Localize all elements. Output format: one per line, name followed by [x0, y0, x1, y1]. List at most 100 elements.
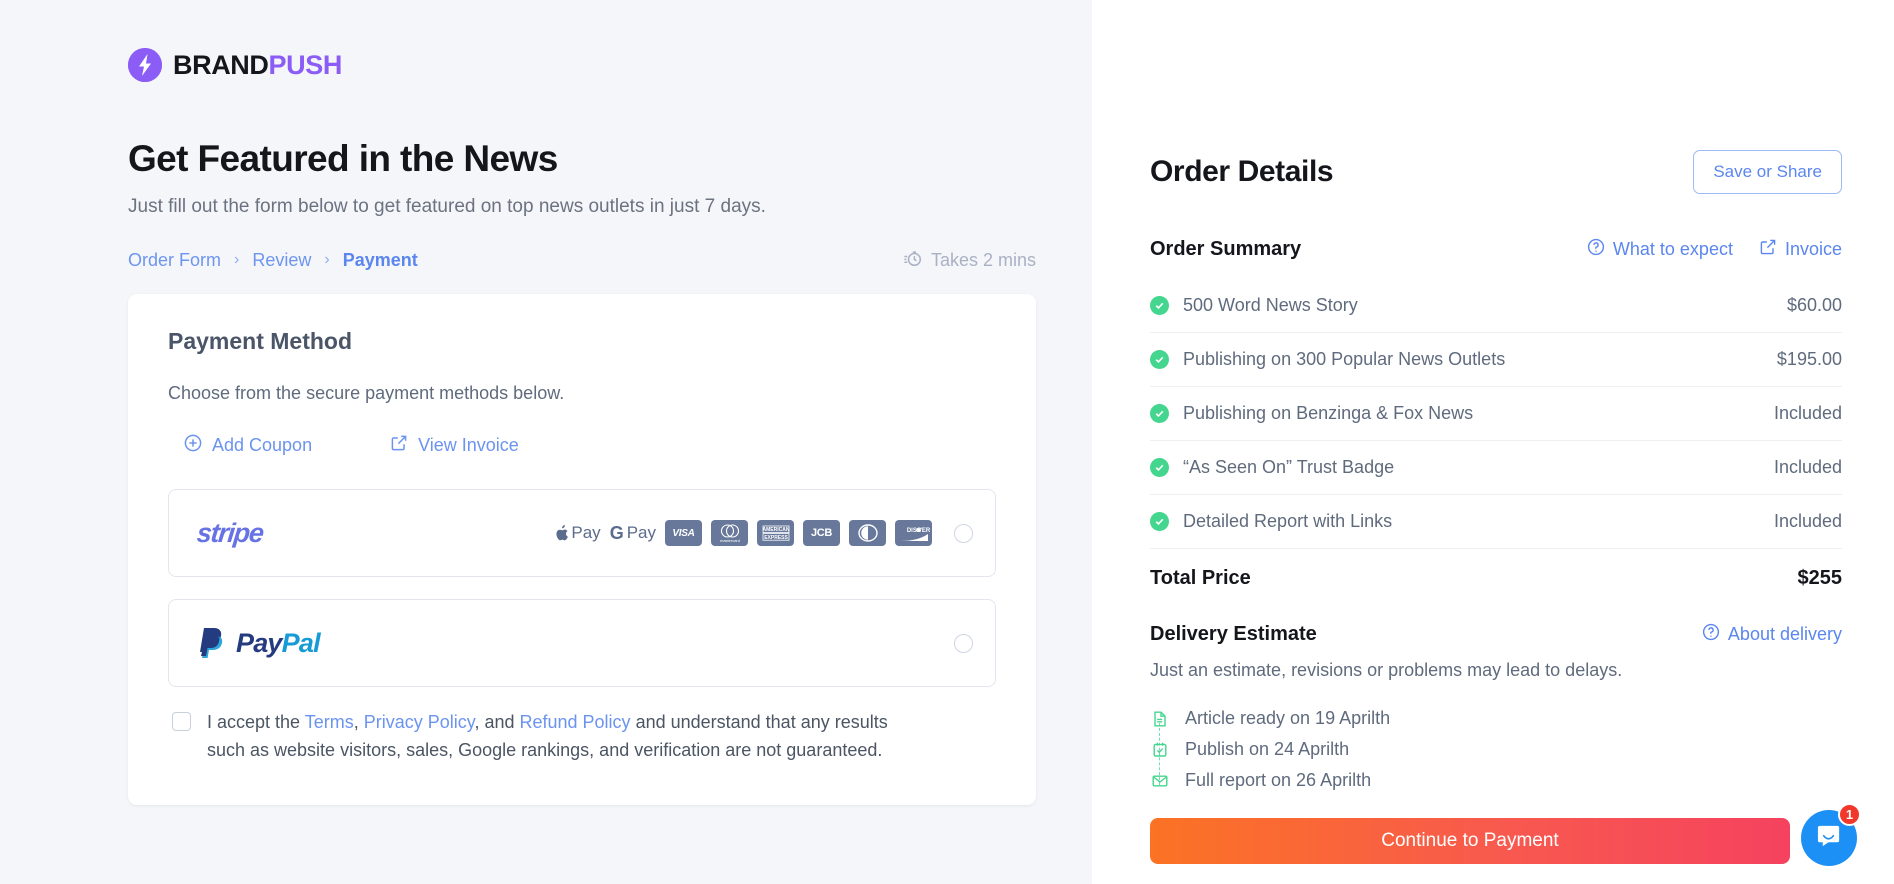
delivery-estimate-title: Delivery Estimate	[1150, 623, 1317, 645]
checkout-page: BRANDPUSH Get Featured in the News Just …	[0, 0, 1894, 884]
view-invoice-button[interactable]: View Invoice	[390, 434, 519, 457]
order-item-label: 500 Word News Story	[1183, 295, 1358, 315]
brand-name-accent: PUSH	[268, 49, 343, 80]
svg-text:mastercard: mastercard	[719, 538, 739, 543]
table-row: Detailed Report with Links Included	[1150, 495, 1842, 549]
save-or-share-button[interactable]: Save or Share	[1693, 150, 1842, 194]
brand-name-dark: BRAND	[173, 49, 269, 80]
payment-method-title: Payment Method	[168, 328, 353, 354]
calendar-check-icon	[1150, 740, 1169, 759]
american-express-card-icon: AMERICAN EXPRESS	[757, 520, 794, 546]
payment-method-paypal[interactable]: PayPal	[168, 599, 996, 687]
paypal-word-pay: Pay	[236, 627, 282, 658]
breadcrumb-item-payment[interactable]: Payment	[343, 250, 418, 271]
list-item: Article ready on 19 Aprilth	[1150, 703, 1842, 734]
takes-time-indicator: Takes 2 mins	[903, 248, 1036, 272]
add-coupon-label: Add Coupon	[212, 435, 313, 455]
order-item-value: $60.00	[1786, 295, 1842, 315]
paypal-logo: PayPal	[197, 626, 321, 660]
lightning-bolt-icon	[128, 48, 162, 82]
continue-to-payment-button[interactable]: Continue to Payment	[1150, 818, 1790, 864]
terms-acceptance: I accept the Terms, Privacy Policy, and …	[168, 709, 996, 765]
table-row: Publishing on 300 Popular News Outlets $…	[1150, 333, 1842, 387]
external-link-icon	[390, 434, 408, 457]
paypal-mark-icon	[200, 628, 223, 658]
jcb-card-icon: JCB	[803, 520, 840, 546]
table-row: Publishing on Benzinga & Fox News Includ…	[1150, 387, 1842, 441]
paypal-wordmark: PayPal	[236, 627, 321, 659]
about-delivery-label: About delivery	[1727, 624, 1842, 644]
check-circle-icon	[1150, 458, 1169, 477]
stripe-radio-button[interactable]	[954, 523, 973, 543]
invoice-link[interactable]: Invoice	[1759, 238, 1842, 261]
terms-mid-1: ,	[353, 712, 364, 732]
order-summary-title: Order Summary	[1150, 238, 1302, 260]
order-item-value: Included	[1773, 457, 1842, 477]
svg-text:AMERICAN: AMERICAN	[762, 527, 789, 533]
refund-policy-link[interactable]: Refund Policy	[520, 712, 631, 732]
total-price-label: Total Price	[1150, 566, 1251, 589]
add-coupon-button[interactable]: Add Coupon	[184, 434, 312, 457]
payment-actions: Add Coupon View Invoice	[168, 434, 996, 457]
about-delivery-link[interactable]: About delivery	[1702, 623, 1842, 646]
question-circle-icon	[1702, 623, 1720, 646]
total-price-row: Total Price $255	[1150, 549, 1842, 607]
order-item-label: Publishing on Benzinga & Fox News	[1183, 403, 1474, 423]
order-details-title: Order Details	[1150, 155, 1334, 188]
svg-text:VER: VER	[917, 528, 930, 534]
envelope-icon	[1150, 771, 1169, 790]
apple-pay-icon: Pay	[555, 523, 601, 543]
question-circle-icon	[1587, 238, 1605, 261]
check-circle-icon	[1150, 296, 1169, 315]
terms-mid-2: , and	[474, 712, 520, 732]
terms-prefix: I accept the	[207, 712, 305, 732]
diners-club-card-icon	[849, 520, 886, 546]
external-link-icon	[1759, 238, 1777, 261]
check-circle-icon	[1150, 404, 1169, 423]
order-item-value: $195.00	[1776, 349, 1842, 369]
page-title: Get Featured in the News	[128, 138, 558, 179]
terms-checkbox[interactable]	[172, 712, 191, 731]
table-row: 500 Word News Story $60.00	[1150, 279, 1842, 333]
takes-time-label: Takes 2 mins	[930, 249, 1036, 270]
mastercard-card-icon: mastercard	[711, 520, 748, 546]
order-item-value: Included	[1773, 511, 1842, 531]
brand-logo[interactable]: BRANDPUSH	[128, 48, 1092, 82]
delivery-timeline: Article ready on 19 Aprilth Publish on 2…	[1150, 703, 1842, 796]
order-details-panel: Order Details Save or Share Order Summar…	[1092, 0, 1894, 884]
order-item-value: Included	[1773, 403, 1842, 423]
what-to-expect-link[interactable]: What to expect	[1587, 238, 1733, 261]
order-item-label: “As Seen On” Trust Badge	[1183, 457, 1395, 477]
stripe-logo: stripe	[195, 517, 265, 548]
document-icon	[1150, 709, 1169, 728]
invoice-label: Invoice	[1784, 239, 1842, 259]
table-row: “As Seen On” Trust Badge Included	[1150, 441, 1842, 495]
stripe-card-logos: Pay G Pay VISA mastercard AMERICAN EXPRE…	[555, 520, 932, 546]
payment-method-card: Payment Method Choose from the secure pa…	[128, 294, 1036, 805]
payment-method-stripe[interactable]: stripe Pay G Pay VISA mastercard AMERICA…	[168, 489, 996, 577]
plus-circle-icon	[184, 434, 202, 457]
what-to-expect-label: What to expect	[1612, 239, 1733, 259]
breadcrumb-item-review[interactable]: Review	[252, 250, 311, 271]
order-item-label: Publishing on 300 Popular News Outlets	[1183, 349, 1506, 369]
discover-card-icon: DISC VER	[895, 520, 932, 546]
svg-text:EXPRESS: EXPRESS	[764, 535, 788, 541]
terms-text: I accept the Terms, Privacy Policy, and …	[207, 709, 897, 765]
timeline-label: Full report on 26 Aprilth	[1185, 770, 1372, 790]
google-pay-icon: G Pay	[609, 522, 656, 543]
privacy-policy-link[interactable]: Privacy Policy	[364, 712, 475, 732]
paypal-word-pal: Pal	[281, 627, 321, 658]
breadcrumb-item-order-form[interactable]: Order Form	[128, 250, 221, 271]
chat-bubble-icon	[1816, 822, 1843, 854]
left-panel: BRANDPUSH Get Featured in the News Just …	[0, 0, 1092, 884]
order-details-header: Order Details Save or Share	[1150, 150, 1842, 194]
visa-card-icon: VISA	[665, 520, 702, 546]
check-circle-icon	[1150, 512, 1169, 531]
check-circle-icon	[1150, 350, 1169, 369]
breadcrumb-separator: ›	[324, 251, 330, 268]
terms-link[interactable]: Terms	[305, 712, 354, 732]
order-summary-list: 500 Word News Story $60.00 Publishing on…	[1150, 279, 1842, 607]
brand-logo-text: BRANDPUSH	[173, 50, 342, 81]
paypal-radio-button[interactable]	[954, 633, 973, 653]
total-price-value: $255	[1797, 566, 1843, 589]
